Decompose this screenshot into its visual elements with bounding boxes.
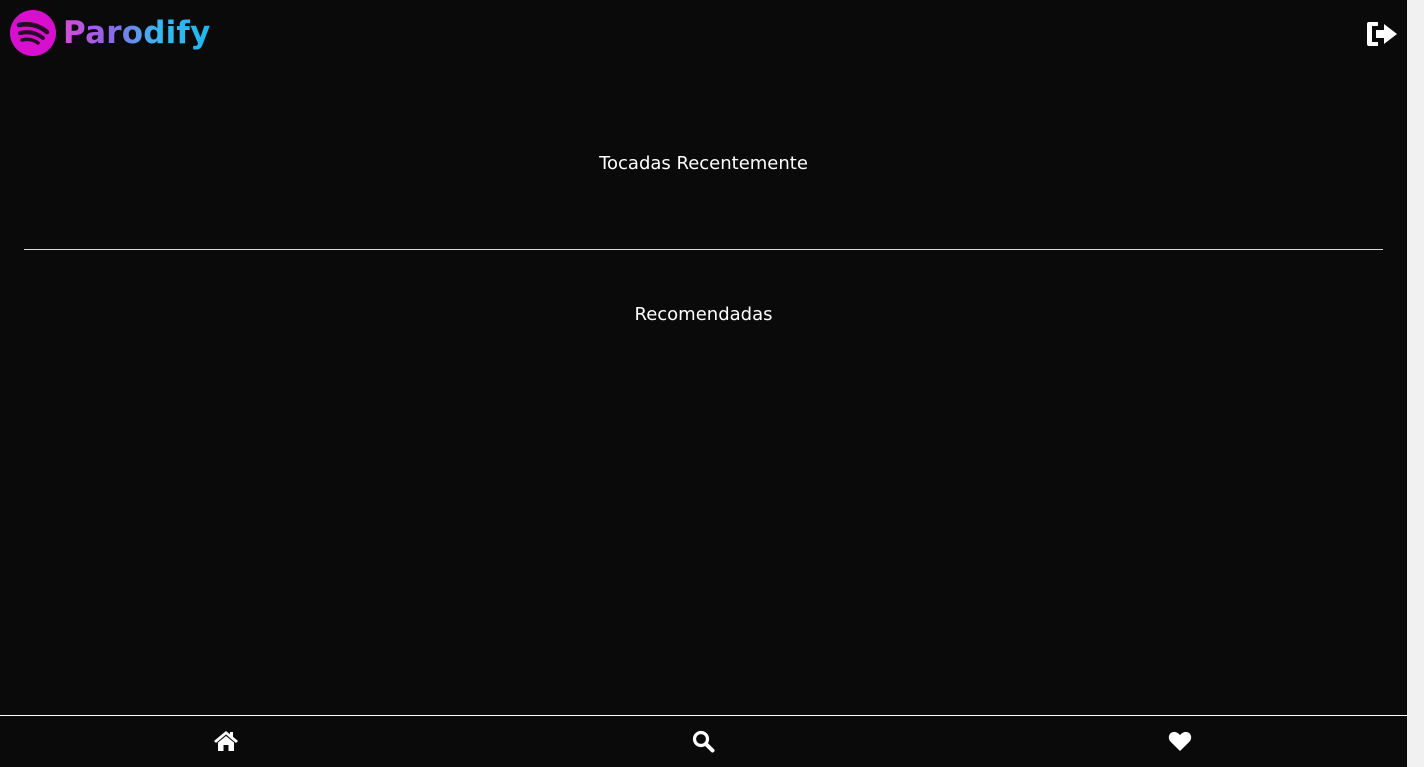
logout-button[interactable] [1365, 20, 1399, 48]
nav-home-button[interactable] [213, 728, 239, 754]
nav-search-button[interactable] [690, 728, 716, 754]
app-viewport: Parodify Tocadas Recentemente Recomendad… [0, 0, 1407, 767]
heart-icon [1168, 731, 1192, 751]
brand-logo-link[interactable]: Parodify [9, 9, 211, 57]
recommended-title: Recomendadas [634, 304, 773, 325]
page-scrollbar[interactable] [1407, 0, 1424, 767]
sign-out-icon [1367, 22, 1397, 46]
parodify-logo-icon [10, 10, 56, 56]
search-icon [692, 730, 715, 753]
top-header: Parodify [0, 0, 1407, 66]
section-divider [24, 249, 1383, 250]
bottom-navigation [0, 715, 1407, 767]
nav-favorites-button[interactable] [1167, 728, 1193, 754]
home-icon [214, 731, 238, 751]
brand-wordmark: Parodify [63, 9, 211, 57]
recently-played-title: Tocadas Recentemente [599, 153, 808, 174]
